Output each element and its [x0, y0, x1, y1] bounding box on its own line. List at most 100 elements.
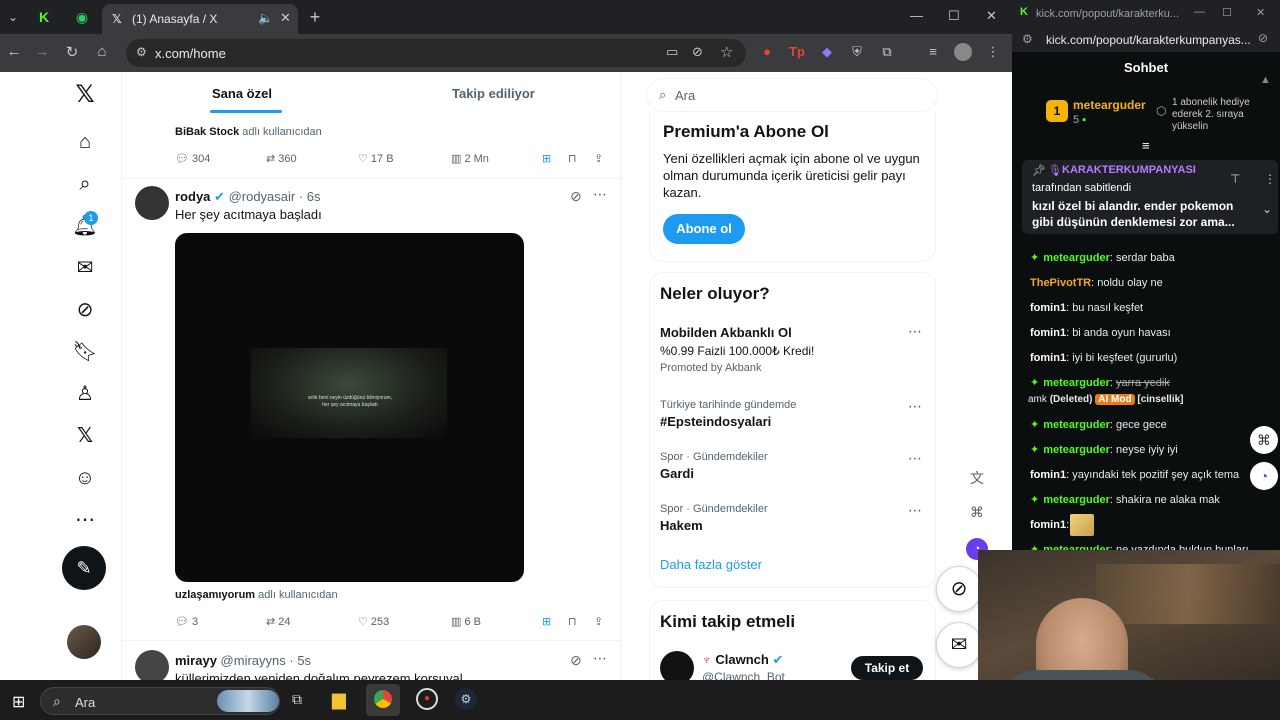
like-stat[interactable]: ♡ 253 — [358, 615, 389, 628]
reload-icon[interactable]: ↻ — [62, 43, 82, 61]
extension-float-icon[interactable]: ⌘ — [970, 504, 984, 521]
post-button[interactable]: ✎ — [62, 546, 106, 590]
next-tweet-more-icon[interactable]: ⋯ — [593, 650, 608, 667]
top-gifter-name[interactable]: metearguder — [1073, 98, 1146, 112]
kick-maximize-icon[interactable]: ☐ — [1222, 6, 1232, 19]
address-bar[interactable]: ⚙ x.com/home ▭ ⊘ ☆ — [126, 39, 746, 67]
maximize-icon[interactable]: ☐ — [948, 8, 960, 24]
chat-username[interactable]: fomin1 — [1030, 352, 1066, 364]
trend-item-2[interactable]: Spor · Gündemdekiler Gardi — [660, 451, 768, 481]
forward-icon[interactable]: → — [32, 43, 52, 60]
next-tweet-avatar[interactable] — [135, 650, 169, 680]
chat-username[interactable]: metearguder — [1043, 419, 1110, 431]
prev-views-stat[interactable]: ▥ 2 Mn — [451, 152, 489, 165]
kick-minimize-icon[interactable]: — — [1194, 6, 1205, 18]
next-grok-explain-icon[interactable]: ⊘ — [570, 652, 582, 669]
prev-retweet-stat[interactable]: ⇄ 360 — [266, 152, 297, 165]
new-tab-icon[interactable]: + — [304, 7, 326, 27]
tweet-handle[interactable]: @rodyasair — [229, 189, 296, 204]
chat-username[interactable]: metearguder — [1043, 377, 1110, 389]
grok-icon[interactable]: ⊞ — [542, 615, 551, 628]
tweet-avatar[interactable] — [135, 186, 169, 220]
premium-nav-icon[interactable]: 𝕏 — [72, 423, 98, 449]
chat-username[interactable]: fomin1 — [1030, 302, 1066, 314]
kick-close-icon[interactable]: ✕ — [1256, 6, 1265, 19]
tweet-more-icon[interactable]: ⋯ — [593, 186, 608, 203]
hide-icon[interactable]: ⊘ — [692, 44, 703, 60]
prev-share-icon[interactable]: ⇪ — [594, 152, 603, 165]
task-view-icon[interactable]: ⧉ — [292, 691, 302, 708]
extensions-icon[interactable]: ⧉ — [878, 43, 896, 61]
messages-nav-icon[interactable]: ✉ — [72, 255, 98, 281]
profile-avatar-icon[interactable] — [954, 43, 972, 61]
prev-reply-stat[interactable]: 💬︎ 304 — [175, 152, 210, 165]
shield-icon[interactable]: ⛨ — [848, 43, 866, 61]
taskbar-search-input[interactable]: ⌕ Ara — [40, 687, 280, 715]
expand-pinned-icon[interactable]: ⌄ — [1262, 202, 1272, 216]
extension-2-icon[interactable]: Tp — [788, 43, 806, 61]
tab-following[interactable]: Takip ediliyor — [452, 86, 535, 101]
chat-scroll-up-icon[interactable]: ▲ — [1260, 74, 1271, 86]
obs-icon[interactable]: ● — [416, 688, 438, 710]
prev-bookmark-icon[interactable]: ⊓ — [568, 152, 577, 165]
grok-explain-icon[interactable]: ⊘ — [570, 188, 582, 205]
suggested-avatar[interactable] — [660, 651, 694, 680]
tweet-video[interactable]: artık beni neyin üzdüğünü bilmiyorum, he… — [175, 233, 524, 582]
chat-username[interactable]: metearguder — [1043, 444, 1110, 456]
home-nav-icon[interactable]: ⌂ — [72, 129, 98, 155]
extension-3-icon[interactable]: ◆ — [818, 43, 836, 61]
kick-pinned-tab[interactable]: K — [32, 6, 56, 28]
kick-url-bar[interactable]: ⚙ kick.com/popout/karakterkumpanyas... ⊘ — [1012, 28, 1280, 52]
trend-item-3[interactable]: Spor · Gündemdekiler Hakem — [660, 503, 768, 533]
explore-nav-icon[interactable]: ⌕ — [72, 171, 98, 197]
search-input[interactable]: ⌕ Ara — [646, 78, 938, 112]
kick-hide-icon[interactable]: ⊘ — [1258, 31, 1268, 45]
chat-username[interactable]: metearguder — [1043, 252, 1110, 264]
show-more-link[interactable]: Daha fazla göster — [660, 557, 762, 572]
pinned-menu-icon[interactable]: ⋮ — [1264, 172, 1276, 186]
follow-button[interactable]: Takip et — [851, 656, 923, 680]
account-avatar[interactable] — [67, 625, 101, 659]
prev-grok-icon[interactable]: ⊞ — [542, 152, 551, 165]
trend-1-more-icon[interactable]: ⋯ — [908, 398, 923, 415]
tab-x-home[interactable]: 𝕏 (1) Anasayfa / X 🔈 ✕ — [102, 4, 298, 34]
menu-dots-icon[interactable]: ⋮ — [984, 43, 1002, 61]
chat-filter-icon[interactable]: ≡ — [1142, 138, 1150, 153]
reply-stat[interactable]: 💬︎ 3 — [175, 615, 198, 628]
chat-username[interactable]: fomin1 — [1030, 469, 1066, 481]
kick-site-info-icon[interactable]: ⚙ — [1022, 32, 1033, 46]
close-tab-icon[interactable]: ✕ — [280, 10, 291, 26]
back-icon[interactable]: ← — [4, 43, 24, 60]
subscribe-button[interactable]: Abone ol — [663, 214, 745, 244]
tweet-time[interactable]: · 6s — [299, 189, 321, 204]
promo-trend[interactable]: Mobilden Akbanklı Ol %0.99 Faizli 100.00… — [660, 325, 814, 374]
x-logo-icon[interactable]: 𝕏 — [72, 82, 98, 108]
trend-item-1[interactable]: Türkiye tarihinde gündemde #Epsteindosya… — [660, 399, 796, 429]
windows-start-icon[interactable]: ⊞ — [12, 692, 25, 712]
tweet-author-name[interactable]: rodya — [175, 189, 210, 204]
close-window-icon[interactable]: ✕ — [986, 8, 997, 24]
media-control-icon[interactable]: ≡ — [924, 43, 942, 61]
bookmark-star-icon[interactable]: ☆ — [720, 43, 733, 61]
grok-float-button[interactable]: ⊘ — [936, 566, 982, 612]
suggested-name[interactable]: ♆ Clawnch ✔ — [702, 652, 783, 668]
cast-icon[interactable]: ▭ — [666, 44, 678, 60]
bookmark-icon[interactable]: ⊓ — [568, 615, 577, 628]
steam-icon[interactable]: ⚙ — [455, 688, 477, 710]
file-explorer-icon[interactable]: ▆ — [332, 689, 346, 710]
home-icon[interactable]: ⌂ — [92, 43, 112, 60]
translate-icon[interactable]: 文 — [970, 468, 984, 488]
chat-username[interactable]: fomin1 — [1030, 327, 1066, 339]
extension-1-icon[interactable]: ● — [758, 43, 776, 61]
trend-2-more-icon[interactable]: ⋯ — [908, 450, 923, 467]
retweet-stat[interactable]: ⇄ 24 — [266, 615, 291, 628]
profile-nav-icon[interactable]: ☺ — [72, 465, 98, 491]
chat-float-assistant-icon[interactable]: ◔ — [1250, 462, 1278, 490]
chat-username[interactable]: fomin1 — [1030, 519, 1066, 531]
prev-like-stat[interactable]: ♡ 17 B — [358, 152, 394, 165]
chrome-taskbar-button[interactable] — [366, 684, 400, 716]
unpin-icon[interactable]: ⊤ — [1230, 172, 1240, 186]
tab-for-you[interactable]: Sana özel — [212, 86, 272, 101]
minimize-icon[interactable]: — — [910, 8, 923, 23]
more-nav-icon[interactable]: ⋯ — [72, 507, 98, 533]
